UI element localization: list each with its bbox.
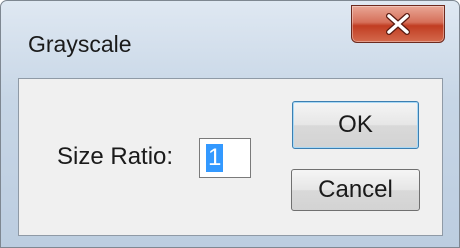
close-icon	[386, 13, 410, 35]
size-ratio-label: Size Ratio:	[57, 143, 174, 170]
cancel-button[interactable]: Cancel	[291, 169, 420, 211]
size-ratio-input[interactable]: 1	[199, 138, 251, 178]
ok-button[interactable]: OK	[292, 101, 419, 149]
dialog-content: Size Ratio: 1 OK Cancel	[18, 78, 443, 236]
title-bar[interactable]: Grayscale	[1, 1, 459, 67]
grayscale-dialog: Grayscale Size Ratio: 1 OK Cancel	[0, 0, 460, 248]
dialog-title: Grayscale	[28, 31, 132, 57]
size-ratio-value: 1	[206, 144, 224, 172]
close-button[interactable]	[351, 5, 445, 43]
